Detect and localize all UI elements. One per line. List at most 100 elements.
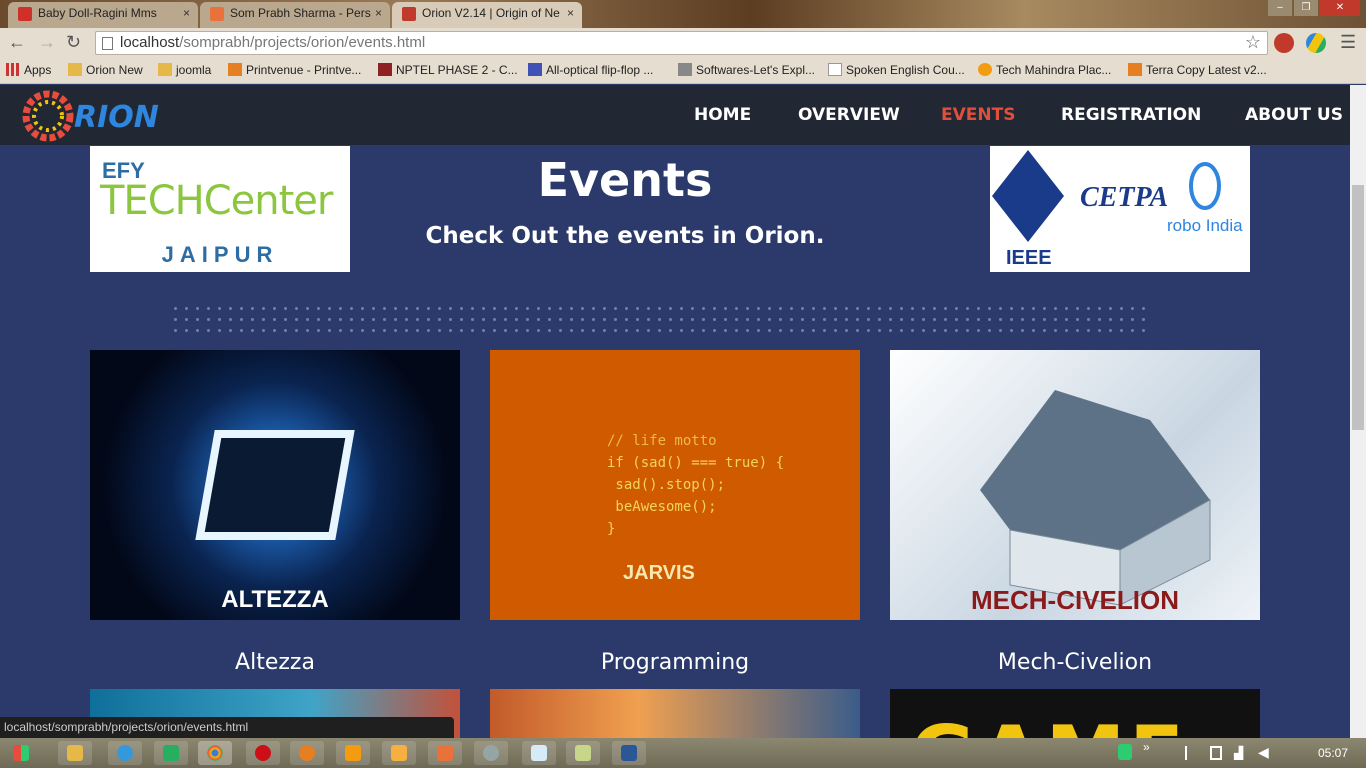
bookmark-folder[interactable]: Orion New [68,63,143,77]
event-label[interactable]: Programming [490,650,860,675]
card-image-text: JARVIS [623,562,695,584]
nav-registration[interactable]: REGISTRATION [1061,105,1201,125]
drive-icon[interactable] [1306,33,1326,53]
svg-text:CETPA: CETPA [1080,182,1168,213]
taskbar-firefox[interactable] [290,741,324,765]
close-window-button[interactable]: ✕ [1320,0,1360,16]
battery-icon[interactable] [1210,746,1222,760]
maximize-button[interactable]: ❐ [1294,0,1318,16]
browser-tab[interactable]: Baby Doll-Ragini Mms × [8,2,198,28]
event-label[interactable]: Mech-Civelion [890,650,1260,675]
start-button[interactable] [4,741,38,765]
nav-overview[interactable]: OVERVIEW [798,105,900,125]
bookmark[interactable]: NPTEL PHASE 2 - C... [378,63,518,77]
tab-title: Som Prabh Sharma - Pers [230,6,371,20]
folder-icon [158,63,172,76]
paint-icon [575,745,591,761]
browser-toolbar: ← → ↻ localhost/somprabh/projects/orion/… [0,28,1366,58]
sponsor-logos: IEEE CETPA robo India [990,146,1250,272]
page-title: Events [537,153,713,207]
opera-icon [255,745,271,761]
taskbar-opera[interactable] [246,741,280,765]
taskbar-app[interactable] [522,741,556,765]
address-bar[interactable]: localhost/somprabh/projects/orion/events… [95,31,1268,55]
forward-icon[interactable]: → [38,32,56,53]
taskbar-word[interactable] [612,741,646,765]
tray-app-icon[interactable] [1118,744,1132,760]
nav-about-us[interactable]: ABOUT US [1245,105,1343,125]
web-page: RION HOME OVERVIEW EVENTS REGISTRATION A… [0,85,1350,738]
taskbar-ie[interactable] [108,741,142,765]
browser-tab[interactable]: Som Prabh Sharma - Pers × [200,2,390,28]
bookmark-folder[interactable]: joomla [158,63,211,77]
chrome-icon [207,745,223,761]
url-path: /somprabh/projects/orion/events.html [179,34,426,51]
status-bar-url: localhost/somprabh/projects/orion/events… [0,717,454,738]
ieee-logo: IEEE CETPA robo India [992,150,1243,269]
page-icon [102,37,113,50]
url-host: localhost [120,34,180,51]
volume-icon[interactable]: ◀ [1258,744,1269,761]
menu-icon[interactable]: ☰ [1340,32,1356,53]
close-tab-icon[interactable]: × [567,6,574,20]
flag-icon[interactable] [1185,746,1197,760]
folder-icon [68,63,82,76]
app-icon [163,745,179,761]
close-tab-icon[interactable]: × [375,6,382,20]
html5-icon [437,745,453,761]
back-icon[interactable]: ← [8,32,26,53]
taskbar-explorer[interactable] [58,741,92,765]
taskbar-app[interactable] [154,741,188,765]
bookmarks-bar: Apps Orion New joomla Printvenue - Print… [0,58,1366,84]
event-card-partial[interactable] [490,689,860,738]
bookmark-apps[interactable]: Apps [6,63,51,77]
bookmark[interactable]: Softwares-Let's Expl... [678,63,815,77]
event-card-altezza[interactable]: ALTEZZA [90,350,460,620]
orion-logo[interactable]: RION [22,89,202,143]
bookmark[interactable]: Printvenue - Printve... [228,63,361,77]
event-card-mech-civelion[interactable]: MECH-CIVELION [890,350,1260,620]
tray-expand-icon[interactable]: » [1143,740,1150,754]
apps-icon [6,63,20,76]
bookmark[interactable]: Tech Mahindra Plac... [978,63,1111,77]
vlc-icon [345,745,361,761]
bookmark[interactable]: All-optical flip-flop ... [528,63,653,77]
firefox-icon [299,745,315,761]
close-tab-icon[interactable]: × [183,6,190,20]
extension-icon[interactable] [1274,33,1294,53]
word-icon [621,745,637,761]
taskbar-vlc[interactable] [336,741,370,765]
taskbar-app[interactable] [474,741,508,765]
bookmark-star-icon[interactable]: ☆ [1245,32,1261,53]
minimize-button[interactable]: – [1268,0,1292,16]
event-label[interactable]: Altezza [90,650,460,675]
code-snippet: // life motto if (sad() === true) { sad(… [607,433,785,537]
nav-home[interactable]: HOME [694,105,751,125]
decorative-divider [170,303,1150,337]
browser-tab-active[interactable]: Orion V2.14 | Origin of Ne × [392,2,582,28]
site-icon [978,63,992,76]
taskbar-chrome[interactable] [198,741,232,765]
notepad-icon [531,745,547,761]
nav-events[interactable]: EVENTS [941,105,1015,125]
reload-icon[interactable]: ↻ [66,32,81,53]
event-card-partial[interactable]: GAME [890,689,1260,738]
event-card-programming[interactable]: // life motto if (sad() === true) { sad(… [490,350,860,620]
taskbar-app[interactable] [566,741,600,765]
printvenue-icon [228,63,242,76]
tab-title: Baby Doll-Ragini Mms [38,6,157,20]
window-controls: – ❐ ✕ [1268,0,1360,18]
blogger-icon [1128,63,1142,76]
signal-icon[interactable]: ▟ [1234,746,1243,760]
page-scrollbar[interactable] [1350,85,1366,738]
scrollbar-thumb[interactable] [1352,185,1364,430]
tab-title: Orion V2.14 | Origin of Ne [422,6,560,20]
sponsor-efy-logo: EFY TECHCenter JAIPUR [90,146,350,272]
system-clock[interactable]: 05:07 [1318,746,1348,760]
taskbar-app[interactable] [428,741,462,765]
card-image-text: MECH-CIVELION [971,585,1179,615]
taskbar-media[interactable] [382,741,416,765]
bookmark[interactable]: Terra Copy Latest v2... [1128,63,1267,77]
windows-icon [13,745,29,761]
bookmark[interactable]: Spoken English Cou... [828,63,965,77]
